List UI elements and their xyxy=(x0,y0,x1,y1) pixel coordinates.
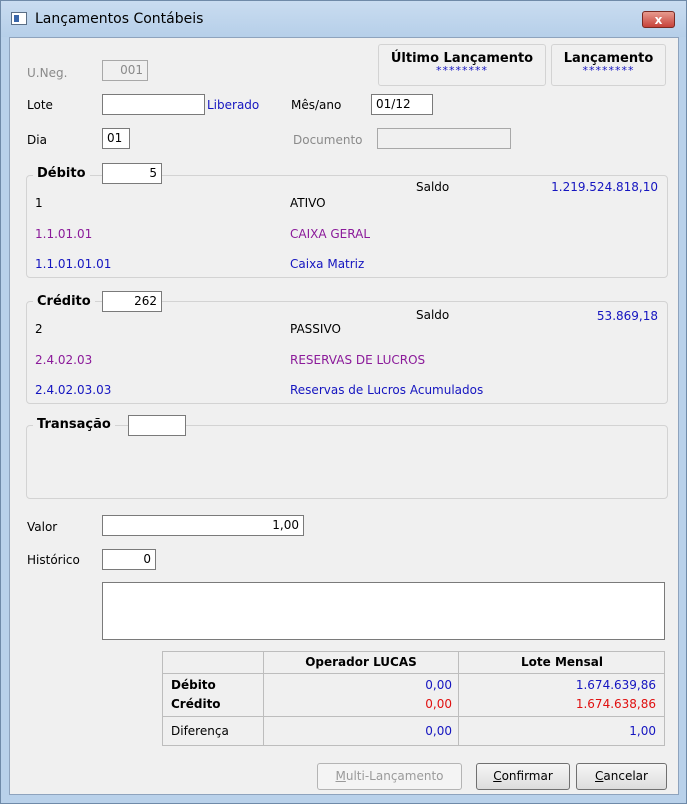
confirmar-label: onfirmar xyxy=(501,769,553,783)
summary-credito-lote: 1.674.638,86 xyxy=(575,697,656,711)
close-icon: x xyxy=(654,13,663,27)
lancamento-value: ******** xyxy=(582,64,635,77)
debito-account-2: 1.1.01.01 xyxy=(35,227,93,241)
dia-field[interactable]: 01 xyxy=(102,128,130,149)
summary-col-lote: Lote Mensal xyxy=(521,655,603,669)
transacao-field[interactable] xyxy=(128,415,186,436)
ultimo-lancamento-value: ******** xyxy=(436,64,488,77)
cancelar-button[interactable]: Cancelar xyxy=(576,763,667,790)
liberado-label: Liberado xyxy=(207,98,260,112)
summary-col-operador: Operador LUCAS xyxy=(305,655,417,669)
mesano-field[interactable]: 01/12 xyxy=(371,94,433,115)
close-button[interactable]: x xyxy=(642,11,675,28)
credito-saldo-label: Saldo xyxy=(416,308,450,322)
credito-name-1: PASSIVO xyxy=(290,322,341,336)
credito-account-3: 2.4.02.03.03 xyxy=(35,383,112,397)
credito-account-1: 2 xyxy=(35,322,43,336)
summary-credito-operador: 0,00 xyxy=(425,697,452,711)
cancelar-label: ancelar xyxy=(603,769,648,783)
summary-diferenca-lote: 1,00 xyxy=(629,724,656,738)
credito-account-2: 2.4.02.03 xyxy=(35,353,93,367)
valor-label: Valor xyxy=(27,520,58,534)
transacao-group xyxy=(26,425,668,499)
historico-text-area[interactable] xyxy=(102,582,665,640)
window-title: Lançamentos Contábeis xyxy=(35,11,204,27)
confirmar-mnemonic: C xyxy=(493,769,502,783)
debito-name-2: CAIXA GERAL xyxy=(290,227,370,241)
lancamentos-window: Lançamentos Contábeis x U.Neg. 001 Últim… xyxy=(0,0,687,804)
uneg-label: U.Neg. xyxy=(27,66,68,80)
lote-label: Lote xyxy=(27,98,53,112)
confirmar-button[interactable]: Confirmar xyxy=(476,763,570,790)
summary-credito-label: Crédito xyxy=(171,697,221,711)
lote-field[interactable] xyxy=(102,94,205,115)
credito-name-3: Reservas de Lucros Acumulados xyxy=(290,383,484,397)
summary-debito-lote: 1.674.639,86 xyxy=(575,678,656,692)
multi-lancamento-mnemonic: M xyxy=(335,769,346,783)
uneg-field: 001 xyxy=(102,60,148,81)
credito-saldo-value: 53.869,18 xyxy=(596,309,658,323)
summary-debito-label: Débito xyxy=(171,678,216,692)
historico-code-field[interactable]: 0 xyxy=(102,549,156,570)
debito-legend: Débito xyxy=(33,166,90,181)
debito-saldo-label: Saldo xyxy=(416,180,450,194)
multi-lancamento-label: ulti-Lançamento xyxy=(345,769,444,783)
mesano-label: Mês/ano xyxy=(291,98,342,112)
debito-name-1: ATIVO xyxy=(290,196,326,210)
credito-legend: Crédito xyxy=(33,294,95,309)
valor-field[interactable]: 1,00 xyxy=(102,515,304,536)
debito-saldo-value: 1.219.524.818,10 xyxy=(551,180,658,194)
ultimo-lancamento-box: Último Lançamento ******** xyxy=(378,44,546,86)
documento-field xyxy=(377,128,511,149)
credito-name-2: RESERVAS DE LUCROS xyxy=(290,353,426,367)
summary-diferenca-operador: 0,00 xyxy=(425,724,452,738)
form-area: U.Neg. 001 Último Lançamento ******** La… xyxy=(9,37,679,795)
summary-diferenca-label: Diferença xyxy=(171,724,229,738)
debito-account-3: 1.1.01.01.01 xyxy=(35,257,112,271)
debito-code-field[interactable]: 5 xyxy=(102,163,162,184)
lancamento-box: Lançamento ******** xyxy=(551,44,666,86)
debito-name-3: Caixa Matriz xyxy=(290,257,365,271)
historico-label: Histórico xyxy=(27,553,80,567)
app-icon xyxy=(11,12,27,25)
debito-account-1: 1 xyxy=(35,196,43,210)
title-bar[interactable]: Lançamentos Contábeis x xyxy=(1,1,686,37)
credito-code-field[interactable]: 262 xyxy=(102,291,162,312)
multi-lancamento-button[interactable]: Multi-Lançamento xyxy=(317,763,462,790)
documento-label: Documento xyxy=(293,133,363,147)
dia-label: Dia xyxy=(27,133,47,147)
transacao-legend: Transação xyxy=(33,417,115,432)
summary-debito-operador: 0,00 xyxy=(425,678,452,692)
